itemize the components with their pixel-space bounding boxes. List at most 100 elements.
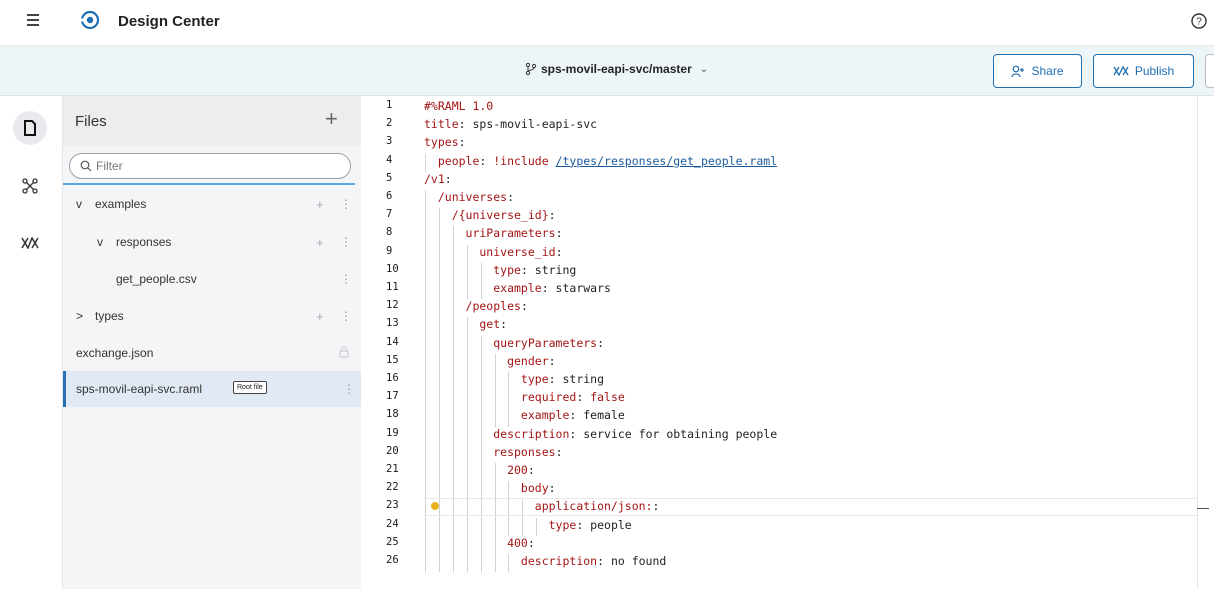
code-text: example: starwars	[424, 281, 611, 295]
add-icon[interactable]: +	[316, 235, 328, 250]
code-line[interactable]: 3 types:	[361, 135, 1198, 153]
code-text: responses:	[424, 444, 563, 459]
code-line[interactable]: 16 type: string	[361, 372, 1198, 390]
more-button[interactable]	[1205, 54, 1214, 88]
more-options-icon[interactable]: ⋮	[340, 197, 352, 211]
code-text: 200:	[424, 463, 535, 477]
code-line[interactable]: 10 type: string	[361, 263, 1198, 281]
line-number: 2	[386, 117, 393, 130]
tree-item-label: sps-movil-eapi-svc.raml	[76, 382, 203, 396]
line-number: 26	[386, 554, 399, 566]
tree-item-examples[interactable]: v examples + ⋮	[63, 186, 361, 222]
tree-item-types[interactable]: > types + ⋮	[63, 298, 361, 334]
editor-scrollbar[interactable]	[1197, 96, 1214, 589]
scrollbar-marker	[1197, 508, 1209, 509]
share-button[interactable]: Share	[993, 54, 1082, 88]
code-text: /peoples:	[424, 299, 528, 314]
files-header: Files +	[63, 96, 361, 146]
line-number: 10	[386, 262, 399, 275]
code-line[interactable]: 6 /universes:	[361, 190, 1198, 208]
code-line[interactable]: 8 uriParameters:	[361, 226, 1198, 244]
app-title: Design Center	[118, 13, 220, 30]
code-line[interactable]: 26 description: no found	[361, 554, 1198, 572]
code-text: uriParameters:	[424, 226, 563, 241]
add-icon[interactable]: +	[316, 197, 328, 212]
code-line[interactable]: 4 people: !include /types/responses/get_…	[361, 154, 1198, 172]
share-label: Share	[1031, 64, 1064, 78]
tree-expander[interactable]: >	[76, 309, 83, 323]
lock-icon	[339, 346, 349, 358]
tree-item-exchange-json[interactable]: exchange.json	[63, 335, 361, 371]
root-file-badge: Root file	[233, 381, 267, 394]
code-line[interactable]: 25 400:	[361, 536, 1198, 554]
code-line[interactable]: 5/v1:	[361, 172, 1198, 190]
line-number: 9	[386, 244, 393, 257]
line-number: 15	[386, 353, 399, 366]
line-number: 23	[386, 499, 399, 512]
more-options-icon[interactable]: ⋮	[340, 272, 352, 286]
more-options-icon[interactable]: ⋮	[343, 382, 355, 396]
line-number: 6	[386, 190, 393, 202]
code-text: /universes:	[424, 190, 515, 204]
branch-selector[interactable]: sps-movil-eapi-svc/master ⌄	[525, 62, 708, 76]
files-title: Files	[75, 113, 107, 130]
git-branch-icon	[525, 62, 537, 76]
code-line[interactable]: 15 gender:	[361, 354, 1198, 372]
line-number: 24	[386, 517, 399, 530]
chevron-down-icon: ⌄	[699, 63, 709, 75]
line-number: 13	[386, 317, 399, 330]
code-text: application/json::	[424, 499, 660, 514]
code-text: #%RAML 1.0	[424, 99, 494, 113]
line-number: 11	[386, 281, 399, 293]
line-number: 14	[386, 335, 399, 348]
line-number: 12	[386, 299, 399, 312]
code-line[interactable]: 9 universe_id:	[361, 245, 1198, 263]
more-options-icon[interactable]: ⋮	[340, 309, 352, 323]
code-line[interactable]: 14 queryParameters:	[361, 336, 1198, 354]
code-line[interactable]: 21 200:	[361, 463, 1198, 481]
code-line[interactable]: 23 application/json::	[361, 499, 1198, 517]
code-line[interactable]: 24 type: people	[361, 518, 1198, 536]
tree-expander[interactable]: v	[76, 197, 82, 211]
code-line[interactable]: 20 responses:	[361, 445, 1198, 463]
code-line[interactable]: 12 /peoples:	[361, 299, 1198, 317]
filter-input[interactable]	[96, 159, 336, 173]
code-line[interactable]: 22 body:	[361, 481, 1198, 499]
branch-bar: sps-movil-eapi-svc/master ⌄ Share Publis…	[0, 46, 1214, 96]
line-number: 1	[386, 99, 393, 111]
tree-item-root-raml[interactable]: sps-movil-eapi-svc.raml Root file ⋮	[63, 371, 361, 407]
code-line[interactable]: 18 example: female	[361, 408, 1198, 426]
exchange-icon	[1113, 66, 1129, 76]
filter-field[interactable]	[69, 153, 351, 179]
code-line[interactable]: 7 /{universe_id}:	[361, 208, 1198, 226]
design-center-logo-icon	[80, 10, 100, 30]
line-number: 18	[386, 408, 399, 421]
line-number: 17	[386, 390, 399, 403]
more-options-icon[interactable]: ⋮	[340, 235, 352, 249]
api-graph-icon[interactable]	[13, 169, 47, 203]
code-text: universe_id:	[424, 244, 563, 259]
add-icon[interactable]: +	[316, 309, 328, 324]
files-panel: Files + v examples + ⋮ v responses + ⋮ g…	[63, 96, 361, 589]
line-number: 8	[386, 226, 393, 239]
code-line[interactable]: 19 description: service for obtaining pe…	[361, 427, 1198, 445]
code-line[interactable]: 1 #%RAML 1.0	[361, 99, 1198, 117]
files-icon[interactable]	[13, 111, 47, 145]
code-line[interactable]: 17 required: false	[361, 390, 1198, 408]
publish-button[interactable]: Publish	[1093, 54, 1194, 88]
add-file-icon[interactable]: +	[325, 106, 338, 132]
tree-item-responses[interactable]: v responses + ⋮	[63, 224, 361, 260]
tree-item-label: get_people.csv	[116, 272, 197, 286]
code-line[interactable]: 13 get:	[361, 317, 1198, 335]
code-text: type: people	[424, 517, 632, 532]
code-line[interactable]: 11 example: starwars	[361, 281, 1198, 299]
tree-item-label: responses	[116, 235, 172, 249]
code-line[interactable]: 2 title: sps-movil-eapi-svc	[361, 117, 1198, 135]
tree-item-get-people-csv[interactable]: get_people.csv ⋮	[63, 261, 361, 297]
code-editor[interactable]: 1 #%RAML 1.0 2 title: sps-movil-eapi-svc 3 ty…	[361, 96, 1198, 589]
exchange-nav-icon[interactable]	[13, 226, 47, 260]
hamburger-menu-icon[interactable]	[27, 11, 43, 31]
help-circle-icon[interactable]: ?	[1190, 12, 1208, 30]
tree-expander[interactable]: v	[97, 235, 103, 249]
code-text: people: !include /types/responses/get_pe…	[424, 153, 778, 168]
